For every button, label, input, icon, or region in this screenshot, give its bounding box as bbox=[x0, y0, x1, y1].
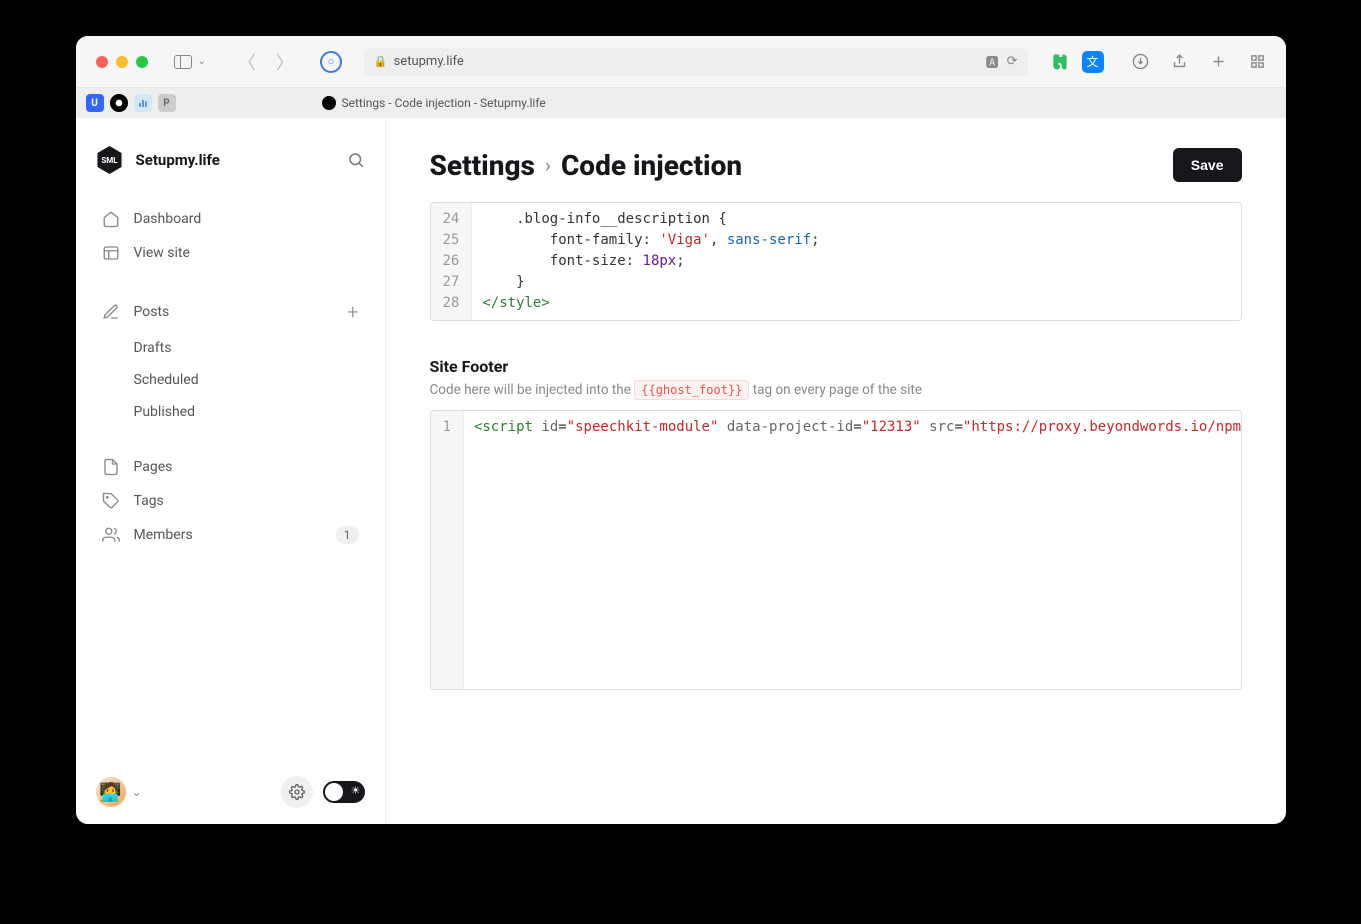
add-post-icon[interactable]: + bbox=[347, 300, 358, 324]
translate-icon[interactable]: 🅰 bbox=[986, 52, 999, 71]
site-name: Setupmy.life bbox=[136, 151, 335, 169]
lock-icon: 🔒 bbox=[374, 55, 388, 68]
sidebar-toggle-group[interactable]: ⌄ bbox=[174, 55, 206, 69]
sidebar-subitem-drafts[interactable]: Drafts bbox=[96, 332, 365, 364]
tab-favicon-2-active[interactable] bbox=[110, 94, 128, 112]
tab-title: Settings - Code injection - Setupmy.life bbox=[322, 96, 546, 110]
extension-1password-icon[interactable]: ○ bbox=[320, 51, 342, 73]
sidebar-toggle-icon bbox=[174, 55, 192, 69]
site-footer-title: Site Footer bbox=[430, 357, 1242, 376]
url-text: setupmy.life bbox=[394, 54, 464, 69]
theme-toggle[interactable] bbox=[323, 781, 365, 803]
sidebar-item-pages[interactable]: Pages bbox=[96, 450, 365, 484]
tabbar: U P Settings - Code injection - Setupmy.… bbox=[76, 88, 1286, 118]
maximize-window-button[interactable] bbox=[136, 56, 148, 68]
members-count-badge: 1 bbox=[336, 526, 359, 544]
sidebar-item-label: Tags bbox=[134, 493, 164, 509]
new-tab-icon[interactable] bbox=[1210, 53, 1227, 70]
gutter: 1 bbox=[431, 411, 464, 689]
code-body[interactable]: <script id="speechkit-module" data-proje… bbox=[464, 411, 1241, 689]
sidebar-subitem-scheduled[interactable]: Scheduled bbox=[96, 364, 365, 396]
extension-icons: 文 bbox=[1050, 51, 1104, 73]
site-footer-description: Code here will be injected into the {{gh… bbox=[430, 382, 1242, 398]
layout-icon bbox=[102, 244, 120, 262]
site-header-editor[interactable]: 2425262728 .blog-info__description { fon… bbox=[430, 202, 1242, 321]
tab-title-text: Settings - Code injection - Setupmy.life bbox=[342, 96, 546, 110]
content: Settings › Code injection Save 242526272… bbox=[386, 118, 1286, 824]
tab-favicon-1[interactable]: U bbox=[86, 94, 104, 112]
browser-window: ⌄ 〈 〉 ○ 🔒 setupmy.life 🅰 ⟳ 文 bbox=[76, 36, 1286, 824]
titlebar: ⌄ 〈 〉 ○ 🔒 setupmy.life 🅰 ⟳ 文 bbox=[76, 36, 1286, 88]
sidebar-item-tags[interactable]: Tags bbox=[96, 484, 365, 518]
home-icon bbox=[102, 210, 120, 228]
reload-icon[interactable]: ⟳ bbox=[1007, 54, 1018, 69]
ghost-icon bbox=[322, 96, 336, 110]
gear-icon bbox=[289, 784, 305, 800]
traffic-lights bbox=[96, 56, 148, 68]
downloads-icon[interactable] bbox=[1132, 53, 1149, 70]
desc-pre: Code here will be injected into the bbox=[430, 382, 635, 398]
sidebar-item-label: Pages bbox=[134, 459, 173, 475]
breadcrumb-separator-icon: › bbox=[545, 153, 551, 177]
tabs-overview-icon[interactable] bbox=[1249, 53, 1266, 70]
sidebar-item-label: Posts bbox=[134, 304, 170, 320]
save-button[interactable]: Save bbox=[1173, 148, 1242, 182]
users-icon bbox=[102, 526, 120, 544]
translate-extension-icon[interactable]: 文 bbox=[1082, 51, 1104, 73]
sidebar-item-dashboard[interactable]: Dashboard bbox=[96, 202, 365, 236]
site-header: SML Setupmy.life bbox=[96, 146, 365, 174]
sidebar: SML Setupmy.life Dashboard View site Pos… bbox=[76, 118, 386, 824]
edit-icon bbox=[102, 303, 120, 321]
sidebar-item-view-site[interactable]: View site bbox=[96, 236, 365, 270]
share-icon[interactable] bbox=[1171, 53, 1188, 70]
sidebar-item-members[interactable]: Members 1 bbox=[96, 518, 365, 552]
breadcrumb-current: Code injection bbox=[561, 149, 742, 182]
tab-favicon-4[interactable]: P bbox=[158, 94, 176, 112]
sidebar-footer: 🧑‍💻 ⌄ bbox=[96, 776, 365, 808]
user-menu[interactable]: 🧑‍💻 ⌄ bbox=[96, 777, 142, 807]
site-logo: SML bbox=[96, 146, 124, 174]
nav-arrows: 〈 〉 bbox=[238, 49, 294, 75]
sidebar-item-posts[interactable]: Posts + bbox=[96, 292, 365, 332]
page-header: Settings › Code injection Save bbox=[430, 148, 1242, 182]
back-button[interactable]: 〈 bbox=[238, 49, 256, 75]
search-icon[interactable] bbox=[347, 151, 365, 169]
avatar: 🧑‍💻 bbox=[96, 777, 126, 807]
evernote-icon[interactable] bbox=[1050, 52, 1070, 72]
sidebar-item-label: View site bbox=[134, 245, 190, 261]
breadcrumb: Settings › Code injection bbox=[430, 149, 743, 182]
code-body[interactable]: .blog-info__description { font-family: '… bbox=[472, 203, 1240, 320]
ghost-foot-tag: {{ghost_foot}} bbox=[634, 380, 749, 400]
gutter: 2425262728 bbox=[431, 203, 473, 320]
chevron-down-icon: ⌄ bbox=[198, 56, 206, 67]
close-window-button[interactable] bbox=[96, 56, 108, 68]
desc-post: tag on every page of the site bbox=[749, 382, 922, 398]
sidebar-subitem-published[interactable]: Published bbox=[96, 396, 365, 428]
forward-button[interactable]: 〉 bbox=[276, 49, 294, 75]
url-bar[interactable]: 🔒 setupmy.life 🅰 ⟳ bbox=[364, 48, 1028, 76]
site-footer-editor[interactable]: 1 <script id="speechkit-module" data-pro… bbox=[430, 410, 1242, 690]
file-icon bbox=[102, 458, 120, 476]
tab-favicon-3[interactable] bbox=[134, 94, 152, 112]
tag-icon bbox=[102, 492, 120, 510]
sidebar-item-label: Dashboard bbox=[134, 211, 202, 227]
toolbar-right bbox=[1132, 53, 1266, 70]
breadcrumb-parent[interactable]: Settings bbox=[430, 149, 535, 182]
chevron-down-icon: ⌄ bbox=[132, 785, 142, 799]
settings-button[interactable] bbox=[281, 776, 313, 808]
main: SML Setupmy.life Dashboard View site Pos… bbox=[76, 118, 1286, 824]
minimize-window-button[interactable] bbox=[116, 56, 128, 68]
sidebar-item-label: Members bbox=[134, 527, 193, 543]
